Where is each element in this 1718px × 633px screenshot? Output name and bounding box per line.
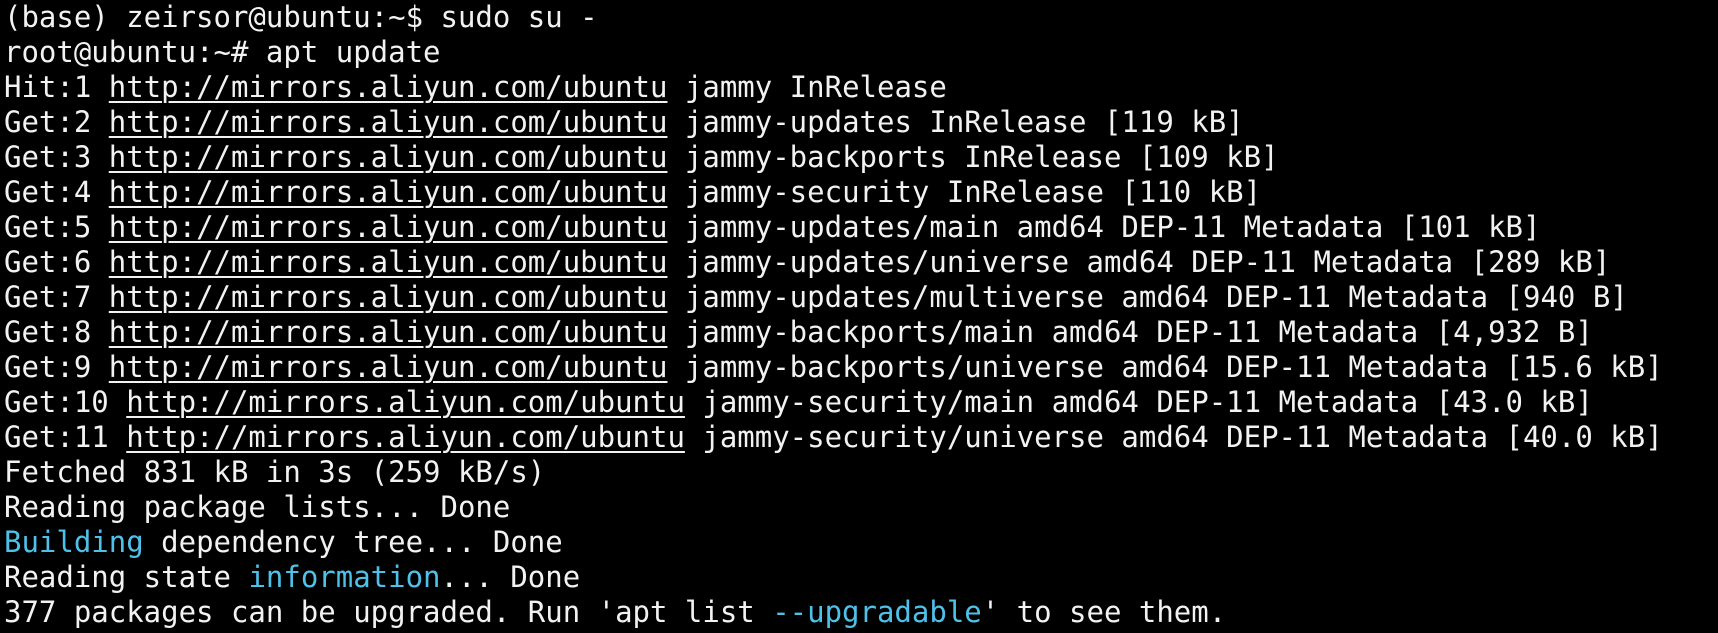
fetch-prefix: Get:9 (4, 350, 109, 384)
fetch-prefix: Get:10 (4, 385, 127, 419)
line-text: dependency tree... Done (143, 525, 563, 559)
mirror-url-link[interactable]: http://mirrors.aliyun.com/ubuntu (109, 210, 668, 244)
mirror-url-link[interactable]: http://mirrors.aliyun.com/ubuntu (126, 385, 685, 419)
mirror-url-link[interactable]: http://mirrors.aliyun.com/ubuntu (126, 420, 685, 454)
fetch-prefix: Get:6 (4, 245, 109, 279)
fetch-line-9: Get:9 http://mirrors.aliyun.com/ubuntu j… (4, 350, 1718, 385)
highlighted-flag: --upgradable (772, 595, 982, 629)
highlighted-word: Building (4, 525, 144, 559)
fetch-detail: jammy InRelease (667, 70, 947, 104)
mirror-url-link[interactable]: http://mirrors.aliyun.com/ubuntu (109, 245, 668, 279)
mirror-url-link[interactable]: http://mirrors.aliyun.com/ubuntu (109, 70, 668, 104)
line-text: Reading state (4, 560, 249, 594)
mirror-url-link[interactable]: http://mirrors.aliyun.com/ubuntu (109, 105, 668, 139)
command-text: sudo su - (440, 0, 598, 34)
terminal-window[interactable]: (base) zeirsor@ubuntu:~$ sudo su - root@… (0, 0, 1718, 633)
highlighted-word: information (248, 560, 441, 594)
line-text: ... Done (440, 560, 581, 594)
fetch-prefix: Get:2 (4, 105, 109, 139)
fetch-prefix: Get:3 (4, 140, 109, 174)
shell-prompt: root@ubuntu:~# (4, 35, 266, 69)
command-line-apt-update: root@ubuntu:~# apt update (4, 35, 1718, 70)
reading-state-information-line: Reading state information... Done (4, 560, 1718, 595)
building-dependency-tree-line: Building dependency tree... Done (4, 525, 1718, 560)
fetch-line-3: Get:3 http://mirrors.aliyun.com/ubuntu j… (4, 140, 1718, 175)
fetch-detail: jammy-security InRelease [110 kB] (667, 175, 1262, 209)
fetch-prefix: Get:5 (4, 210, 109, 244)
reading-package-lists-line: Reading package lists... Done (4, 490, 511, 524)
mirror-url-link[interactable]: http://mirrors.aliyun.com/ubuntu (109, 315, 668, 349)
fetch-detail: jammy-updates/multiverse amd64 DEP-11 Me… (667, 280, 1628, 314)
fetch-detail: jammy-backports InRelease [109 kB] (667, 140, 1279, 174)
fetch-line-5: Get:5 http://mirrors.aliyun.com/ubuntu j… (4, 210, 1718, 245)
fetch-prefix: Hit:1 (4, 70, 109, 104)
command-line-sudo: (base) zeirsor@ubuntu:~$ sudo su - (4, 0, 1718, 35)
fetch-line-11: Get:11 http://mirrors.aliyun.com/ubuntu … (4, 420, 1718, 455)
fetch-line-8: Get:8 http://mirrors.aliyun.com/ubuntu j… (4, 315, 1718, 350)
mirror-url-link[interactable]: http://mirrors.aliyun.com/ubuntu (109, 350, 668, 384)
line-text: ' to see them. (981, 595, 1227, 629)
fetch-prefix: Get:4 (4, 175, 109, 209)
fetch-line-4: Get:4 http://mirrors.aliyun.com/ubuntu j… (4, 175, 1718, 210)
fetch-line-1: Hit:1 http://mirrors.aliyun.com/ubuntu j… (4, 70, 1718, 105)
fetch-prefix: Get:11 (4, 420, 127, 454)
fetch-detail: jammy-updates/main amd64 DEP-11 Metadata… (667, 210, 1541, 244)
command-text: apt update (265, 35, 441, 69)
fetch-prefix: Get:8 (4, 315, 109, 349)
mirror-url-link[interactable]: http://mirrors.aliyun.com/ubuntu (109, 175, 668, 209)
line-text: 377 packages can be upgraded. Run 'apt l… (4, 595, 773, 629)
mirror-url-link[interactable]: http://mirrors.aliyun.com/ubuntu (109, 140, 668, 174)
fetch-prefix: Get:7 (4, 280, 109, 314)
fetch-line-6: Get:6 http://mirrors.aliyun.com/ubuntu j… (4, 245, 1718, 280)
fetch-detail: jammy-security/main amd64 DEP-11 Metadat… (684, 385, 1593, 419)
mirror-url-link[interactable]: http://mirrors.aliyun.com/ubuntu (109, 280, 668, 314)
fetch-line-7: Get:7 http://mirrors.aliyun.com/ubuntu j… (4, 280, 1718, 315)
fetch-detail: jammy-security/universe amd64 DEP-11 Met… (684, 420, 1663, 454)
fetch-line-10: Get:10 http://mirrors.aliyun.com/ubuntu … (4, 385, 1718, 420)
fetch-detail: jammy-backports/main amd64 DEP-11 Metada… (667, 315, 1593, 349)
shell-prompt: (base) zeirsor@ubuntu:~$ (4, 0, 441, 34)
fetch-detail: jammy-backports/universe amd64 DEP-11 Me… (667, 350, 1663, 384)
fetch-line-2: Get:2 http://mirrors.aliyun.com/ubuntu j… (4, 105, 1718, 140)
fetched-summary-line: Fetched 831 kB in 3s (259 kB/s) (4, 455, 546, 489)
fetch-detail: jammy-updates/universe amd64 DEP-11 Meta… (667, 245, 1611, 279)
upgrade-notice-line: 377 packages can be upgraded. Run 'apt l… (4, 595, 1718, 630)
fetch-detail: jammy-updates InRelease [119 kB] (667, 105, 1244, 139)
